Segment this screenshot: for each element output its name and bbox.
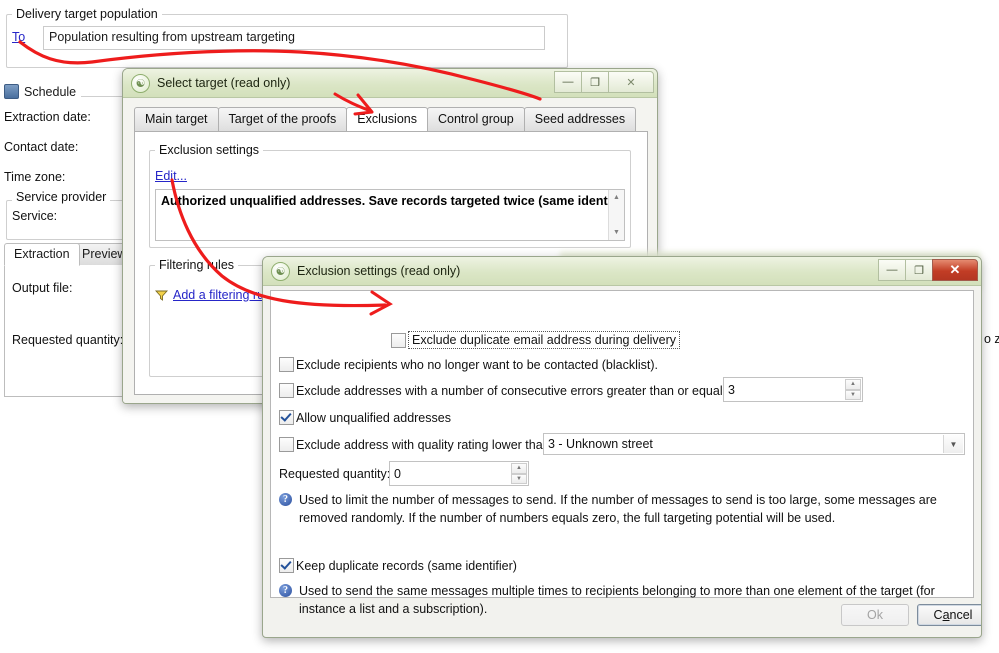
checkbox-allow-unqualified-addresses[interactable] [279,410,294,425]
population-value-field[interactable]: Population resulting from upstream targe… [43,26,545,50]
screen: Delivery target population To Population… [0,0,999,653]
label-exclude-blacklist: Exclude recipients who no longer want to… [296,357,658,372]
exclusion-dialog-body: Exclude duplicate email address during d… [270,290,974,616]
right-edge-fragment: o z [984,332,999,346]
help-circle-icon: ? [279,493,292,506]
filter-icon [154,290,169,301]
exclusion-dialog-window-controls[interactable]: — ❐ ✕ [878,259,978,281]
exclusion-settings-group-title: Exclusion settings [155,143,264,157]
tab-target-of-the-proofs[interactable]: Target of the proofs [217,107,348,131]
select-target-title: Select target (read only) [157,76,291,90]
scroll-up-icon[interactable]: ▲ [609,190,624,205]
tab-main-target[interactable]: Main target [134,107,219,131]
bg-tab-extraction[interactable]: Extraction [4,243,80,266]
checkbox-exclude-blacklist[interactable] [279,357,294,372]
add-filtering-rule-row[interactable]: Add a filtering rule [154,288,274,302]
tab-control-group[interactable]: Control group [426,107,525,131]
quality-rating-combo[interactable]: 3 - Unknown street ▼ [543,433,965,455]
exclusion-summary-text: Authorized unqualified addresses. Save r… [161,194,625,208]
contact-date-label: Contact date: [4,140,79,154]
label-exclude-quality-rating: Exclude address with quality rating lowe… [296,437,550,452]
close-icon[interactable]: ✕ [608,71,654,93]
calendar-icon [4,84,19,99]
output-file-label: Output file: [12,281,73,295]
bg-requested-quantity-label: Requested quantity: [12,333,124,347]
requested-quantity-spinner[interactable]: 0 ▲ ▼ [389,461,529,486]
delivery-target-population-title: Delivery target population [12,7,162,21]
checkbox-exclude-duplicate-email[interactable] [391,332,406,348]
label-requested-quantity: Requested quantity: [279,467,391,481]
scroll-down-icon[interactable]: ▼ [609,225,624,240]
row-allow-unqualified-addresses[interactable]: Allow unqualified addresses [279,410,451,425]
exclusion-dialog-title: Exclusion settings (read only) [297,264,461,278]
maximize-icon[interactable]: ❐ [581,71,609,93]
population-value-text: Population resulting from upstream targe… [49,30,295,44]
service-provider-title: Service provider [12,190,111,204]
cancel-button[interactable]: Cancel [917,604,981,626]
select-target-tabstrip[interactable]: Main target Target of the proofs Exclusi… [134,107,637,131]
checkbox-exclude-consecutive-errors[interactable] [279,383,294,398]
help-text-quantity: Used to limit the number of messages to … [299,493,937,526]
schedule-title: Schedule [24,84,77,99]
exclusion-settings-dialog[interactable]: ☯ Exclusion settings (read only) — ❐ ✕ E… [262,256,982,638]
help-circle-icon: ? [279,584,292,597]
chevron-down-icon[interactable]: ▼ [943,435,963,453]
consecutive-errors-value: 3 [728,382,735,397]
label-allow-unqualified-addresses: Allow unqualified addresses [296,410,451,425]
to-link[interactable]: To [12,30,25,44]
add-filtering-rule-link[interactable]: Add a filtering rule [173,288,274,302]
exclusion-dialog-titlebar[interactable]: ☯ Exclusion settings (read only) — ❐ ✕ [263,257,981,286]
textarea-scrollbar[interactable]: ▲ ▼ [608,190,624,240]
requested-quantity-spin-buttons[interactable]: ▲ ▼ [511,463,527,484]
select-target-titlebar[interactable]: ☯ Select target (read only) — ❐ ✕ [123,69,657,98]
select-target-window-controls[interactable]: — ❐ ✕ [554,71,654,93]
label-exclude-duplicate-email[interactable]: Exclude duplicate email address during d… [408,331,681,349]
label-keep-duplicate-records: Keep duplicate records (same identifier) [296,558,517,573]
checkbox-keep-duplicate-records[interactable] [279,558,294,573]
row-exclude-duplicate-email[interactable]: Exclude duplicate email address during d… [391,331,681,349]
tab-seed-addresses[interactable]: Seed addresses [523,107,637,131]
app-logo-icon: ☯ [131,73,150,93]
exclusion-summary-textarea[interactable]: Authorized unqualified addresses. Save r… [155,189,625,241]
schedule-group-header: Schedule [4,84,82,99]
spin-up-icon[interactable]: ▲ [845,379,861,390]
tab-exclusions[interactable]: Exclusions [346,107,428,131]
checkbox-exclude-quality-rating[interactable] [279,437,294,452]
row-exclude-quality-rating[interactable]: Exclude address with quality rating lowe… [279,437,550,452]
time-zone-label: Time zone: [4,170,66,184]
consecutive-errors-spinner[interactable]: 3 ▲ ▼ [723,377,863,402]
requested-quantity-value: 0 [394,466,401,481]
quality-rating-value: 3 - Unknown street [548,437,653,451]
ok-button[interactable]: Ok [841,604,909,626]
label-exclude-consecutive-errors: Exclude addresses with a number of conse… [296,383,737,398]
spin-up-icon[interactable]: ▲ [511,463,527,474]
minimize-icon[interactable]: — [878,259,906,281]
row-exclude-consecutive-errors[interactable]: Exclude addresses with a number of conse… [279,383,737,398]
row-exclude-blacklist[interactable]: Exclude recipients who no longer want to… [279,357,658,372]
row-requested-quantity: Requested quantity: [279,467,390,481]
edit-link[interactable]: Edit... [155,169,187,183]
filtering-rules-group-title: Filtering rules [155,258,239,272]
spin-down-icon[interactable]: ▼ [511,473,527,484]
maximize-icon[interactable]: ❐ [905,259,933,281]
service-label: Service: [12,209,58,223]
help-block-quantity: ? Used to limit the number of messages t… [279,491,961,527]
filter-icon-svg [154,290,169,301]
app-logo-icon: ☯ [271,261,290,281]
cancel-button-label: Cancel [933,608,973,622]
minimize-icon[interactable]: — [554,71,582,93]
consecutive-errors-spin-buttons[interactable]: ▲ ▼ [845,379,861,400]
extraction-date-label: Extraction date: [4,110,91,124]
row-keep-duplicate-records[interactable]: Keep duplicate records (same identifier) [279,558,517,573]
spin-down-icon[interactable]: ▼ [845,389,861,400]
close-icon[interactable]: ✕ [932,259,978,281]
